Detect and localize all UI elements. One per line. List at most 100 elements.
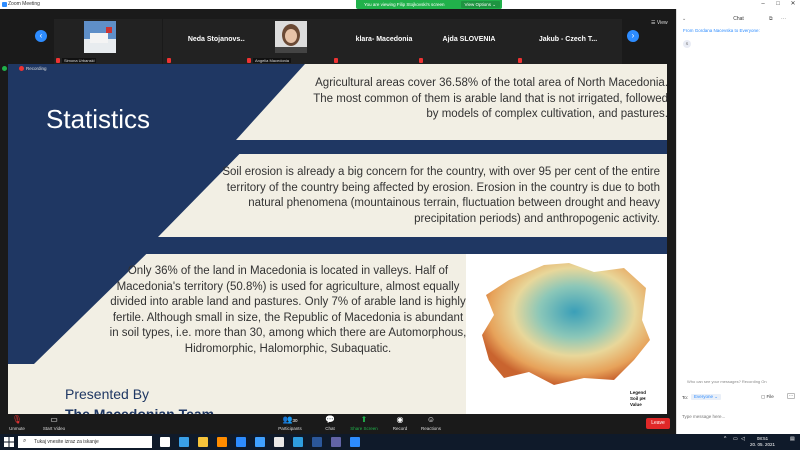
edge-icon[interactable]: [179, 437, 189, 447]
vlc-icon[interactable]: [217, 437, 227, 447]
muted-mic-icon: 🎙: [11, 415, 23, 424]
slide-title: Statistics: [46, 104, 151, 134]
avatar: S: [683, 40, 691, 48]
screen-share-banner: You are viewing Filip Stojkovski's scree…: [356, 0, 502, 9]
participant-tile[interactable]: Simona Urbanski: [54, 19, 162, 64]
window-title: Zoom Meeting: [8, 1, 40, 7]
file-explorer-icon[interactable]: [198, 437, 208, 447]
muted-mic-icon: [419, 58, 423, 63]
participant-label: Angelia Macedonia: [253, 58, 292, 63]
soil-map-panel: Legend Soil pH Value: [466, 254, 667, 414]
tray-chevron-icon[interactable]: ^: [724, 436, 726, 442]
chat-more-icon[interactable]: ···: [781, 16, 786, 22]
participants-button[interactable]: 👥30 Participants: [275, 415, 305, 431]
share-banner-message: You are viewing Filip Stojkovski's scree…: [364, 2, 445, 7]
chrome-icon[interactable]: [274, 437, 284, 447]
clock-date: 20. 05. 2021: [750, 442, 776, 447]
participants-icon: 👥30: [282, 415, 298, 424]
video-off-icon: ▭: [50, 415, 58, 424]
recording-indicator: Recording: [2, 66, 47, 71]
muted-mic-icon: [167, 58, 171, 63]
search-icon: ⌕: [23, 438, 27, 444]
unmute-label: Unmute: [9, 426, 25, 431]
task-view-icon[interactable]: [160, 437, 170, 447]
close-window-button[interactable]: ✕: [786, 0, 800, 9]
windows-start-icon[interactable]: [4, 437, 14, 447]
participant-tile[interactable]: Jakub - Czech T...: [514, 19, 622, 64]
security-shield-icon[interactable]: [2, 66, 7, 71]
popout-icon[interactable]: ⧉: [769, 16, 773, 22]
participant-label: Simona Urbanski: [62, 58, 97, 63]
taskbar-search-box[interactable]: ⌕ Tukaj vnesite izraz za iskanje: [18, 436, 152, 448]
file-label: File: [766, 394, 774, 399]
muted-mic-icon: [56, 58, 60, 63]
chat-label: Chat: [325, 426, 335, 431]
edge-alt-icon[interactable]: [293, 437, 303, 447]
taskbar-clock[interactable]: 08:51 20. 05. 2021: [750, 436, 775, 448]
chat-panel: ⌄ Chat ⧉ ··· From Gordana Nacevska to Ev…: [676, 9, 800, 434]
view-button[interactable]: ☰ View: [651, 20, 668, 26]
record-button[interactable]: ◉ Record: [389, 415, 411, 431]
network-icon[interactable]: ▭: [733, 436, 738, 442]
legend-value: Value: [630, 402, 642, 407]
participant-name: Ajda SLOVENIA: [442, 36, 496, 43]
shared-screen-slide: Statistics Agricultural areas cover 36.5…: [8, 64, 667, 414]
muted-mic-icon: [247, 58, 251, 63]
chat-icon: 💬: [325, 415, 335, 424]
windows-taskbar: ⌕ Tukaj vnesite izraz za iskanje ^ ▭ ◁ 0…: [0, 434, 800, 450]
start-video-label: Start Video: [42, 426, 66, 431]
taskbar-search-placeholder: Tukaj vnesite izraz za iskanje: [34, 439, 99, 445]
to-label: To:: [682, 394, 689, 400]
recording-dot-icon: [19, 66, 24, 71]
notifications-icon[interactable]: ▤: [790, 436, 795, 442]
reactions-icon: ☺: [426, 415, 436, 424]
chat-privacy-notice[interactable]: Who can see your messages? Recording On: [687, 379, 767, 384]
chat-message-header: From Gordana Nacevska to Everyone:: [683, 28, 760, 33]
participants-count: 30: [292, 418, 298, 423]
view-options-button[interactable]: View Options ⌄: [460, 1, 500, 8]
chat-options-button[interactable]: ···: [787, 393, 795, 399]
participants-label: Participants: [278, 426, 302, 431]
presenter-team: The Macedonian Team: [65, 406, 215, 414]
teams-icon[interactable]: [331, 437, 341, 447]
participant-photo: [84, 21, 116, 53]
record-label: Record: [392, 426, 408, 431]
map-legend: Legend Soil pH Value: [630, 390, 646, 408]
participant-name: Jakub - Czech T...: [538, 36, 598, 43]
mail-icon[interactable]: [236, 437, 246, 447]
reactions-button[interactable]: ☺ Reactions: [419, 415, 443, 431]
presented-by: Presented By: [65, 386, 150, 402]
share-screen-label: Share Screen: [350, 426, 378, 431]
participant-photo: [275, 21, 307, 53]
recipient-select[interactable]: Everyone ⌄: [691, 394, 722, 400]
meeting-toolbar: 🎙 Unmute ▭ Start Video 👥30 Participants 💬 Ch…: [0, 414, 676, 434]
photos-icon[interactable]: [255, 437, 265, 447]
file-button[interactable]: ▢ File: [761, 394, 774, 400]
zoom-icon[interactable]: [350, 437, 360, 447]
recipient-row: To: Everyone ⌄: [682, 394, 722, 400]
paragraph-agriculture: Agricultural areas cover 36.58% of the t…: [313, 77, 667, 120]
start-video-button[interactable]: ▭ Start Video: [40, 415, 68, 431]
gallery-prev-button[interactable]: ‹: [35, 30, 47, 42]
unmute-button[interactable]: 🎙 Unmute: [6, 415, 28, 431]
chat-message-input[interactable]: [682, 406, 794, 426]
muted-mic-icon: [334, 58, 338, 63]
gallery-next-button[interactable]: ›: [627, 30, 639, 42]
record-icon: ◉: [396, 415, 404, 424]
share-screen-button[interactable]: ⬆ Share Screen: [348, 415, 380, 431]
share-screen-icon: ⬆: [360, 415, 368, 424]
minimize-button[interactable]: –: [756, 0, 770, 9]
recording-label: Recording: [26, 66, 47, 71]
reactions-label: Reactions: [420, 426, 441, 431]
leave-button[interactable]: Leave: [646, 418, 670, 429]
muted-mic-icon: [518, 58, 522, 63]
maximize-button[interactable]: □: [771, 0, 785, 9]
paragraph-land: Only 36% of the land in Macedonia is loc…: [109, 265, 467, 355]
participant-gallery: ‹ Simona Urbanski Neda Stojanovs... Ange…: [0, 9, 676, 64]
chat-button[interactable]: 💬 Chat: [321, 415, 339, 431]
word-icon[interactable]: [312, 437, 322, 447]
volume-icon[interactable]: ◁: [741, 436, 745, 442]
soil-ph-map: [482, 263, 650, 385]
paragraph-erosion: Soil erosion is already a big concern fo…: [222, 166, 660, 225]
participant-tile[interactable]: Ajda SLOVENIA: [415, 19, 523, 64]
